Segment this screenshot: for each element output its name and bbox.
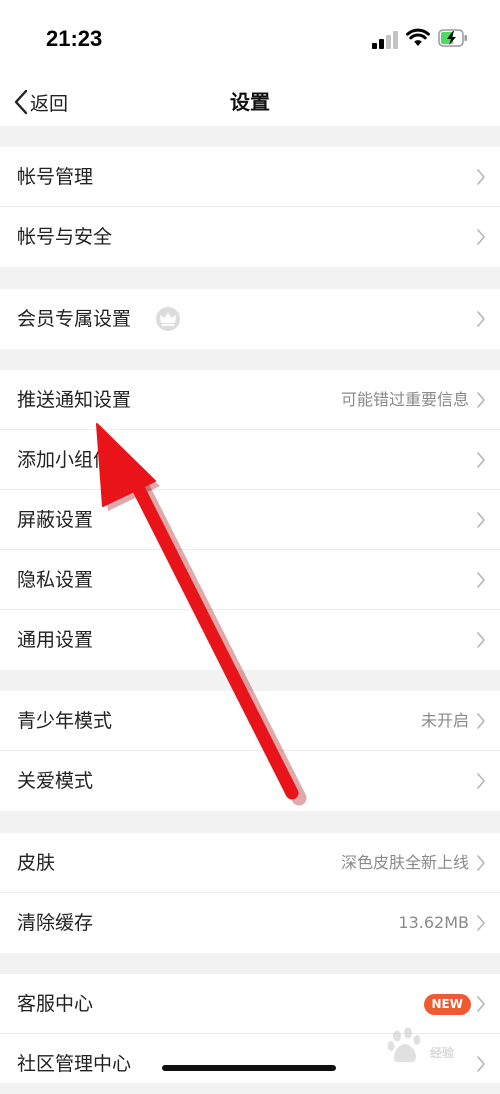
chevron-right-icon <box>477 713 485 729</box>
settings-row-skin[interactable]: 皮肤 深色皮肤全新上线 <box>0 833 500 893</box>
settings-row-care-mode[interactable]: 关爱模式 <box>0 751 500 811</box>
chevron-right-icon <box>477 632 485 648</box>
row-label: 社区管理中心 <box>17 1053 132 1075</box>
chevron-right-icon <box>477 512 485 528</box>
row-label: 帐号与安全 <box>17 226 113 248</box>
chevron-right-icon <box>477 855 485 871</box>
watermark-text: 经验 <box>430 1046 455 1060</box>
row-value: 深色皮肤全新上线 <box>340 853 469 872</box>
row-label: 青少年模式 <box>17 710 113 732</box>
wifi-icon <box>406 28 430 46</box>
crown-icon <box>156 307 180 331</box>
settings-group-account: 帐号管理 帐号与安全 <box>0 147 500 267</box>
settings-group-member: 会员专属设置 <box>0 289 500 349</box>
row-label: 会员专属设置 <box>17 308 132 330</box>
chevron-right-icon <box>477 996 485 1012</box>
row-value: 13.62MB <box>398 913 469 932</box>
settings-row-push-notifications[interactable]: 推送通知设置 可能错过重要信息 <box>0 370 500 430</box>
navigation-bar: 返回 设置 <box>0 80 500 126</box>
row-label: 客服中心 <box>17 993 94 1015</box>
settings-group-general: 推送通知设置 可能错过重要信息 添加小组件 屏蔽设置 隐私设置 通用设置 <box>0 370 500 670</box>
row-label: 皮肤 <box>17 852 56 874</box>
home-indicator <box>162 1065 336 1071</box>
row-value: 未开启 <box>420 711 469 730</box>
settings-row-block-settings[interactable]: 屏蔽设置 <box>0 490 500 550</box>
chevron-right-icon <box>477 229 485 245</box>
status-time: 21:23 <box>46 26 103 51</box>
watermark-logo: 经验 <box>384 1024 496 1076</box>
settings-group-modes: 青少年模式 未开启 关爱模式 <box>0 691 500 811</box>
settings-row-account-security[interactable]: 帐号与安全 <box>0 207 500 267</box>
chevron-right-icon <box>477 915 485 931</box>
page-title: 设置 <box>230 90 270 114</box>
settings-row-privacy-settings[interactable]: 隐私设置 <box>0 550 500 610</box>
row-label: 添加小组件 <box>17 449 113 471</box>
row-label: 隐私设置 <box>17 569 94 591</box>
status-bar: 21:23 <box>0 0 500 80</box>
settings-row-general-settings[interactable]: 通用设置 <box>0 610 500 670</box>
row-label: 清除缓存 <box>17 912 94 934</box>
settings-row-clear-cache[interactable]: 清除缓存 13.62MB <box>0 893 500 953</box>
settings-row-youth-mode[interactable]: 青少年模式 未开启 <box>0 691 500 751</box>
new-badge: NEW <box>423 994 471 1015</box>
row-value: 可能错过重要信息 <box>340 390 469 409</box>
chevron-right-icon <box>477 452 485 468</box>
paw-icon <box>387 1027 421 1063</box>
chevron-right-icon <box>477 311 485 327</box>
settings-row-account-management[interactable]: 帐号管理 <box>0 147 500 207</box>
settings-group-appearance: 皮肤 深色皮肤全新上线 清除缓存 13.62MB <box>0 833 500 953</box>
row-label: 推送通知设置 <box>17 389 132 411</box>
settings-row-add-widget[interactable]: 添加小组件 <box>0 430 500 490</box>
chevron-right-icon <box>477 169 485 185</box>
row-label: 关爱模式 <box>17 770 94 792</box>
chevron-right-icon <box>477 392 485 408</box>
settings-row-member-settings[interactable]: 会员专属设置 <box>0 289 500 349</box>
chevron-right-icon <box>477 773 485 789</box>
row-label: 屏蔽设置 <box>17 509 94 531</box>
row-label: 帐号管理 <box>17 166 94 188</box>
row-label: 通用设置 <box>17 629 94 651</box>
chevron-right-icon <box>477 572 485 588</box>
cellular-signal-icon <box>372 31 400 49</box>
battery-charging-icon <box>438 29 467 47</box>
